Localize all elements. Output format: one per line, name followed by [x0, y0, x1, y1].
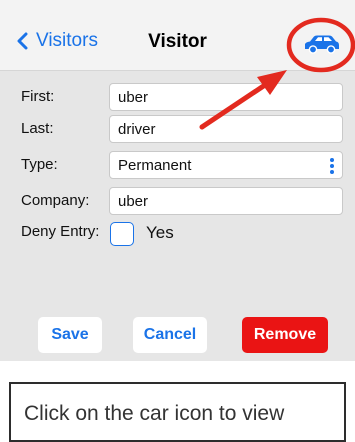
last-row: Last: driver	[0, 115, 355, 145]
remove-button[interactable]: Remove	[242, 317, 328, 353]
company-label: Company:	[21, 192, 90, 209]
first-row: First: uber	[0, 83, 355, 113]
type-label: Type:	[21, 156, 58, 173]
last-name-field[interactable]: driver	[109, 115, 343, 143]
first-label: First:	[21, 88, 55, 105]
deny-entry-label: Deny Entry:	[21, 223, 100, 240]
deny-entry-checkbox[interactable]	[110, 222, 134, 246]
more-options-icon[interactable]	[330, 158, 334, 174]
page-title: Visitor	[148, 31, 207, 52]
deny-entry-option: Yes	[146, 223, 174, 242]
car-icon[interactable]	[303, 34, 341, 54]
navigation-bar: Visitors Visitor	[0, 0, 355, 71]
instruction-caption: Click on the car icon to view	[9, 382, 346, 442]
type-value: Permanent	[118, 157, 192, 174]
type-row: Type: Permanent	[0, 151, 355, 181]
company-row: Company: uber	[0, 187, 355, 217]
save-button[interactable]: Save	[38, 317, 102, 353]
type-select[interactable]: Permanent	[109, 151, 343, 179]
company-field[interactable]: uber	[109, 187, 343, 215]
first-name-field[interactable]: uber	[109, 83, 343, 111]
caption-text: Click on the car icon to view	[24, 402, 285, 425]
cancel-button[interactable]: Cancel	[133, 317, 207, 353]
last-label: Last:	[21, 120, 54, 137]
